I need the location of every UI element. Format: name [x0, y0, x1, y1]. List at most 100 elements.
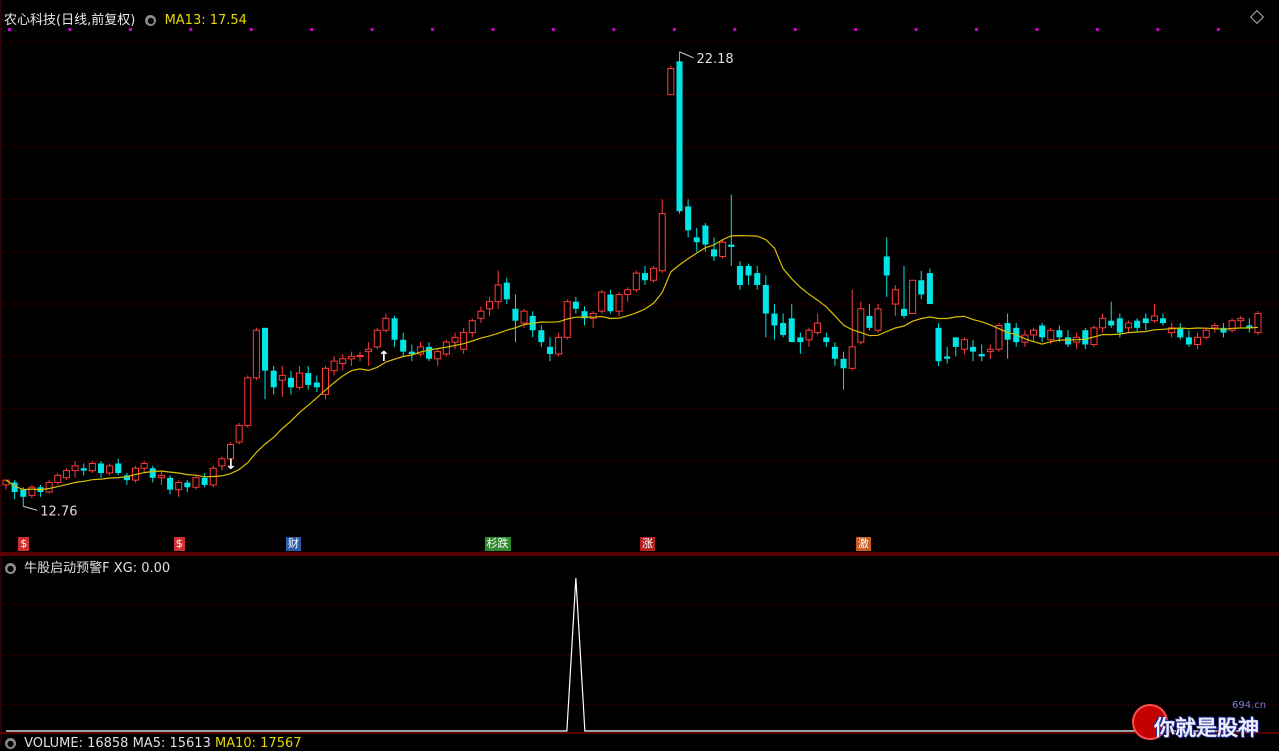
magenta-dot	[1156, 28, 1160, 31]
candle-body	[685, 206, 692, 231]
magenta-markers	[8, 28, 1220, 31]
watermark-site: 694.cn	[1232, 700, 1267, 711]
magenta-dot	[8, 28, 11, 31]
candle-body	[572, 301, 579, 309]
candle-body	[667, 67, 675, 96]
candle-body	[97, 463, 105, 473]
candle-body	[373, 329, 381, 348]
candle-body	[1159, 318, 1167, 324]
candle-body	[909, 279, 917, 315]
candle-body	[926, 273, 933, 305]
magenta-dot	[975, 28, 979, 31]
candle-body	[1108, 320, 1115, 326]
candle-body	[797, 337, 804, 343]
candle-body	[287, 377, 294, 388]
magenta-dot	[431, 28, 435, 31]
candle-body	[960, 339, 968, 350]
candle-body	[192, 477, 200, 488]
event-marker[interactable]: 涨	[639, 537, 655, 551]
volume-settings-icon[interactable]: ●	[5, 738, 16, 749]
magenta-dot	[491, 28, 495, 31]
candle-body	[1082, 330, 1089, 345]
candle-body	[157, 474, 165, 479]
magenta-dot	[1216, 28, 1220, 31]
indicator-title-bar: ● 牛股启动预警F XG: 0.00	[5, 557, 170, 576]
candle-body	[1237, 317, 1245, 322]
candle-body	[615, 294, 623, 312]
candle-body	[555, 336, 563, 355]
event-marker[interactable]: 财	[285, 537, 301, 551]
candle-body	[503, 282, 510, 300]
candle-body	[262, 327, 269, 371]
volume-ma10: MA10: 17567	[214, 736, 302, 751]
magenta-dot	[1095, 28, 1099, 31]
candle-body	[970, 346, 977, 352]
candle-body	[115, 463, 122, 473]
candle-body	[857, 308, 865, 343]
candle-body	[494, 284, 502, 303]
low-pointer	[23, 505, 38, 511]
candle-body	[347, 355, 355, 360]
candle-body	[1150, 315, 1158, 322]
candle-body	[632, 272, 640, 291]
candle-body	[848, 346, 856, 369]
candle-body	[650, 267, 658, 281]
candle-body	[451, 336, 459, 343]
candle-body	[762, 285, 769, 314]
candle-body	[693, 237, 700, 243]
magenta-dot	[672, 28, 676, 31]
candle-body	[305, 373, 312, 385]
candle-body	[270, 370, 277, 388]
event-marker[interactable]: $	[18, 537, 30, 551]
candle-body	[140, 462, 148, 469]
magenta-dot	[793, 28, 797, 31]
candle-body	[45, 482, 53, 493]
event-marker[interactable]: $	[173, 537, 185, 551]
candle-body	[658, 213, 666, 272]
candle-body	[356, 354, 364, 357]
candle-body	[719, 241, 727, 257]
candle-body	[728, 244, 735, 247]
candle-body	[201, 477, 208, 485]
candle-body	[434, 351, 442, 360]
candle-body	[1047, 329, 1055, 341]
candle-body	[106, 465, 114, 474]
low-label: 12.76	[40, 504, 77, 519]
magenta-dot	[1035, 28, 1039, 31]
annotations: 22.18 12.76	[23, 51, 734, 519]
candle-body	[167, 477, 174, 490]
candle-body	[2, 479, 10, 486]
watermark-text: 你就是股神	[1154, 716, 1259, 740]
indicator-value: XG: 0.00	[113, 561, 171, 576]
candle-body	[468, 320, 476, 334]
candle-body	[244, 377, 252, 426]
candle-body	[149, 468, 156, 478]
event-marker[interactable]: 杉跌	[484, 537, 511, 551]
candle-body	[814, 322, 822, 334]
event-marker[interactable]: 激	[855, 537, 871, 551]
candle-body	[1039, 325, 1046, 338]
candle-body	[1185, 337, 1192, 345]
candle-body	[771, 313, 778, 326]
candle-body	[80, 468, 87, 471]
candle-body	[218, 458, 226, 467]
candle-body	[313, 382, 320, 388]
candle-body	[460, 332, 468, 350]
magenta-dot	[854, 28, 858, 31]
candle-body	[1202, 329, 1210, 338]
candle-body	[900, 308, 908, 316]
candle-body	[891, 289, 899, 305]
candle-body	[512, 308, 519, 321]
candle-body	[711, 249, 718, 257]
candle-body	[935, 327, 942, 362]
candle-body	[365, 348, 373, 353]
candle-body	[986, 348, 994, 353]
candle-body	[1194, 336, 1202, 345]
candle-body	[780, 323, 787, 335]
ma13-line	[5, 234, 1259, 491]
candle-body	[426, 346, 433, 359]
candle-body	[477, 310, 485, 319]
high-pointer	[679, 51, 694, 59]
indicator-settings-icon[interactable]: ●	[5, 563, 16, 574]
candle-body	[866, 315, 873, 328]
